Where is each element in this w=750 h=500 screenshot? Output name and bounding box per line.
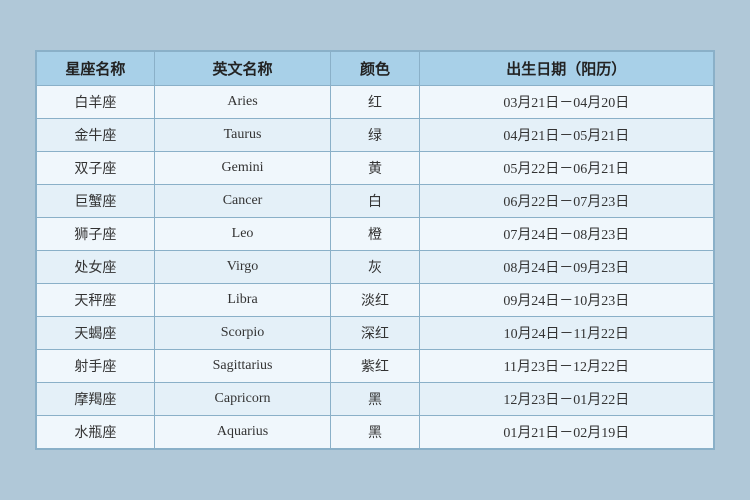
table-body: 白羊座Aries红03月21日－04月20日金牛座Taurus绿04月21日－0… <box>37 86 714 449</box>
cell-chinese-name: 摩羯座 <box>37 383 155 416</box>
cell-color: 绿 <box>331 119 419 152</box>
cell-dates: 09月24日－10月23日 <box>419 284 713 317</box>
cell-english-name: Gemini <box>154 152 331 185</box>
cell-color: 深红 <box>331 317 419 350</box>
table-row: 巨蟹座Cancer白06月22日－07月23日 <box>37 185 714 218</box>
cell-dates: 04月21日－05月21日 <box>419 119 713 152</box>
header-chinese-name: 星座名称 <box>37 52 155 86</box>
cell-english-name: Capricorn <box>154 383 331 416</box>
cell-chinese-name: 双子座 <box>37 152 155 185</box>
cell-chinese-name: 水瓶座 <box>37 416 155 449</box>
cell-dates: 11月23日－12月22日 <box>419 350 713 383</box>
table-row: 天秤座Libra淡红09月24日－10月23日 <box>37 284 714 317</box>
cell-color: 淡红 <box>331 284 419 317</box>
zodiac-table: 星座名称 英文名称 颜色 出生日期（阳历） 白羊座Aries红03月21日－04… <box>36 51 714 449</box>
header-color: 颜色 <box>331 52 419 86</box>
cell-chinese-name: 天秤座 <box>37 284 155 317</box>
cell-dates: 03月21日－04月20日 <box>419 86 713 119</box>
cell-chinese-name: 射手座 <box>37 350 155 383</box>
cell-dates: 08月24日－09月23日 <box>419 251 713 284</box>
cell-chinese-name: 处女座 <box>37 251 155 284</box>
cell-chinese-name: 天蝎座 <box>37 317 155 350</box>
table-header-row: 星座名称 英文名称 颜色 出生日期（阳历） <box>37 52 714 86</box>
cell-english-name: Sagittarius <box>154 350 331 383</box>
table-row: 金牛座Taurus绿04月21日－05月21日 <box>37 119 714 152</box>
cell-color: 黄 <box>331 152 419 185</box>
cell-chinese-name: 狮子座 <box>37 218 155 251</box>
cell-chinese-name: 巨蟹座 <box>37 185 155 218</box>
cell-english-name: Aquarius <box>154 416 331 449</box>
cell-dates: 01月21日－02月19日 <box>419 416 713 449</box>
cell-english-name: Aries <box>154 86 331 119</box>
cell-dates: 10月24日－11月22日 <box>419 317 713 350</box>
cell-english-name: Leo <box>154 218 331 251</box>
table-row: 射手座Sagittarius紫红11月23日－12月22日 <box>37 350 714 383</box>
table-row: 狮子座Leo橙07月24日－08月23日 <box>37 218 714 251</box>
table-row: 摩羯座Capricorn黑12月23日－01月22日 <box>37 383 714 416</box>
header-english-name: 英文名称 <box>154 52 331 86</box>
table-row: 水瓶座Aquarius黑01月21日－02月19日 <box>37 416 714 449</box>
cell-color: 橙 <box>331 218 419 251</box>
cell-chinese-name: 金牛座 <box>37 119 155 152</box>
table-row: 白羊座Aries红03月21日－04月20日 <box>37 86 714 119</box>
cell-english-name: Libra <box>154 284 331 317</box>
cell-english-name: Virgo <box>154 251 331 284</box>
cell-color: 白 <box>331 185 419 218</box>
cell-color: 红 <box>331 86 419 119</box>
cell-color: 黑 <box>331 383 419 416</box>
cell-chinese-name: 白羊座 <box>37 86 155 119</box>
header-dates: 出生日期（阳历） <box>419 52 713 86</box>
cell-color: 紫红 <box>331 350 419 383</box>
table-row: 处女座Virgo灰08月24日－09月23日 <box>37 251 714 284</box>
cell-color: 灰 <box>331 251 419 284</box>
cell-dates: 06月22日－07月23日 <box>419 185 713 218</box>
cell-dates: 12月23日－01月22日 <box>419 383 713 416</box>
table-row: 天蝎座Scorpio深红10月24日－11月22日 <box>37 317 714 350</box>
table-row: 双子座Gemini黄05月22日－06月21日 <box>37 152 714 185</box>
cell-english-name: Cancer <box>154 185 331 218</box>
cell-dates: 05月22日－06月21日 <box>419 152 713 185</box>
zodiac-table-container: 星座名称 英文名称 颜色 出生日期（阳历） 白羊座Aries红03月21日－04… <box>35 50 715 450</box>
cell-dates: 07月24日－08月23日 <box>419 218 713 251</box>
cell-english-name: Taurus <box>154 119 331 152</box>
cell-color: 黑 <box>331 416 419 449</box>
cell-english-name: Scorpio <box>154 317 331 350</box>
